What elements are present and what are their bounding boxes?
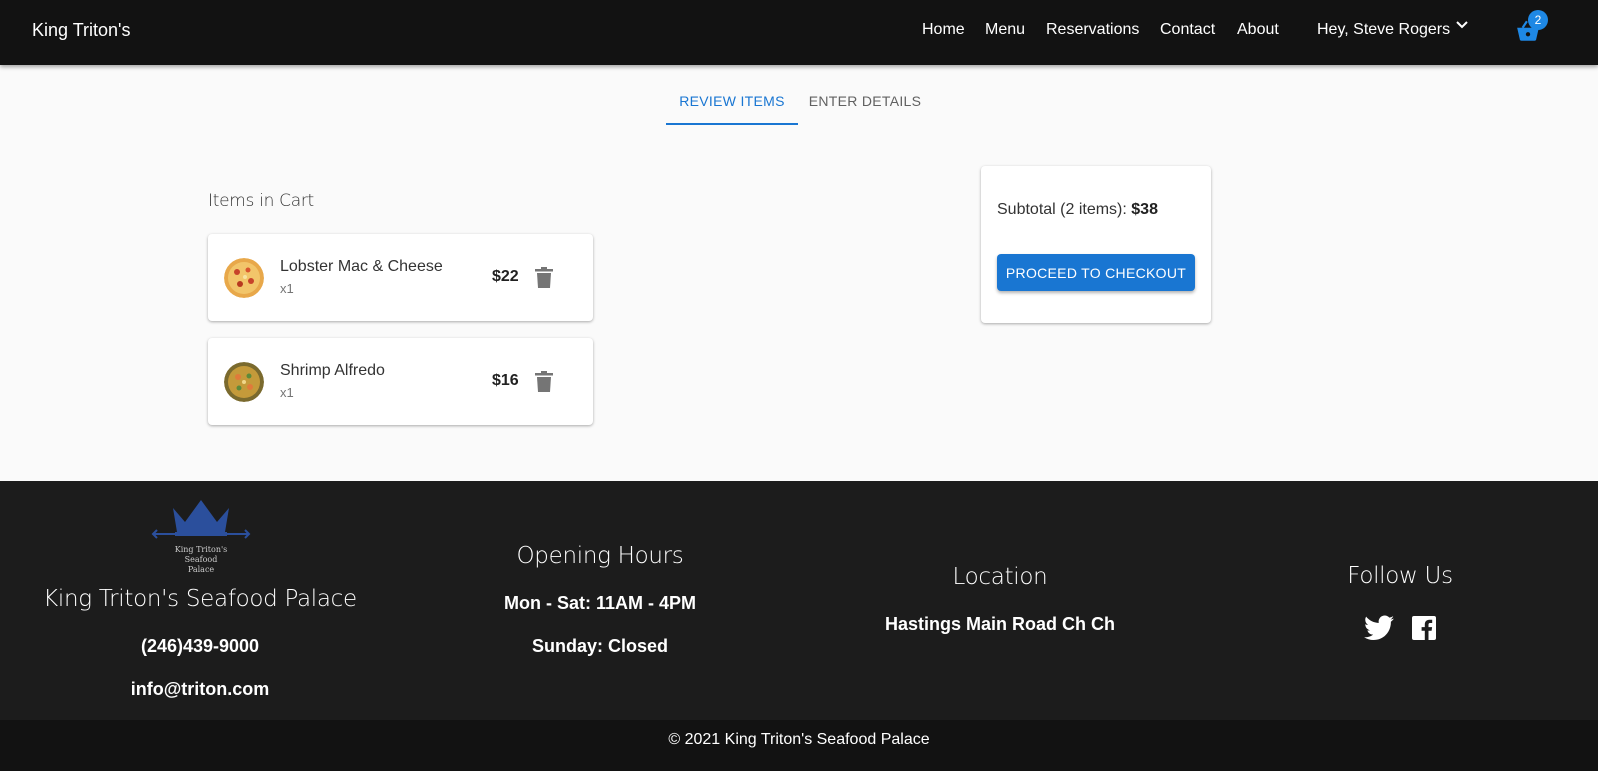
chevron-down-icon[interactable] [1455, 18, 1469, 32]
nav-about[interactable]: About [1237, 21, 1279, 39]
top-navbar: King Triton's Home Menu Reservations Con… [0, 0, 1598, 65]
hours-weekday: Mon - Sat: 11AM - 4PM [503, 593, 696, 613]
item-name: Shrimp Alfredo [280, 362, 385, 379]
svg-text:King Triton's: King Triton's [175, 545, 228, 554]
cart-heading: Items in Cart [208, 191, 314, 211]
twitter-icon[interactable] [1364, 615, 1394, 641]
item-price: $16 [492, 372, 519, 389]
cart-item: Lobster Mac & Cheese x1 $22 [208, 234, 593, 321]
copyright: © 2021 King Triton's Seafood Palace [0, 720, 1598, 771]
svg-text:Seafood: Seafood [185, 555, 218, 564]
svg-text:Palace: Palace [188, 565, 215, 574]
footer-restaurant-name: King Triton's Seafood Palace [43, 586, 357, 612]
subtotal-text: Subtotal (2 items): $38 [997, 201, 1158, 218]
brand-link[interactable]: King Triton's [32, 20, 130, 41]
nav-contact[interactable]: Contact [1160, 21, 1215, 39]
item-name: Lobster Mac & Cheese [280, 258, 443, 275]
tab-enter-details[interactable]: ENTER DETAILS [798, 93, 932, 125]
user-menu[interactable]: Hey, Steve Rogers [1317, 21, 1450, 39]
follow-heading: Follow Us [1347, 563, 1453, 589]
location-heading: Location [952, 564, 1048, 590]
nav-menu[interactable]: Menu [985, 21, 1025, 39]
order-summary-card: Subtotal (2 items): $38 PROCEED TO CHECK… [981, 166, 1211, 323]
tab-review-items[interactable]: REVIEW ITEMS [666, 93, 798, 125]
hours-heading: Opening Hours [516, 543, 684, 569]
nav-reservations[interactable]: Reservations [1046, 21, 1139, 39]
facebook-icon[interactable] [1412, 616, 1436, 640]
item-price: $22 [492, 268, 519, 285]
delete-icon[interactable] [535, 267, 553, 288]
footer: King Triton's Seafood Palace King Triton… [0, 481, 1598, 720]
subtotal-value: $38 [1131, 201, 1158, 218]
location-address: Hastings Main Road Ch Ch [884, 614, 1115, 634]
food-image [224, 362, 264, 402]
nav-home[interactable]: Home [922, 21, 965, 39]
proceed-to-checkout-button[interactable]: PROCEED TO CHECKOUT [997, 254, 1195, 291]
cart-count-badge: 2 [1528, 10, 1548, 30]
hours-sunday: Sunday: Closed [531, 636, 669, 656]
cart-item: Shrimp Alfredo x1 $16 [208, 338, 593, 425]
footer-phone: (246)439-9000 [140, 636, 260, 656]
food-image [224, 258, 264, 298]
delete-icon[interactable] [535, 371, 553, 392]
item-quantity: x1 [280, 385, 294, 400]
crown-logo: King Triton's Seafood Palace [151, 500, 251, 574]
item-quantity: x1 [280, 281, 294, 296]
footer-email: info@triton.com [130, 679, 270, 699]
